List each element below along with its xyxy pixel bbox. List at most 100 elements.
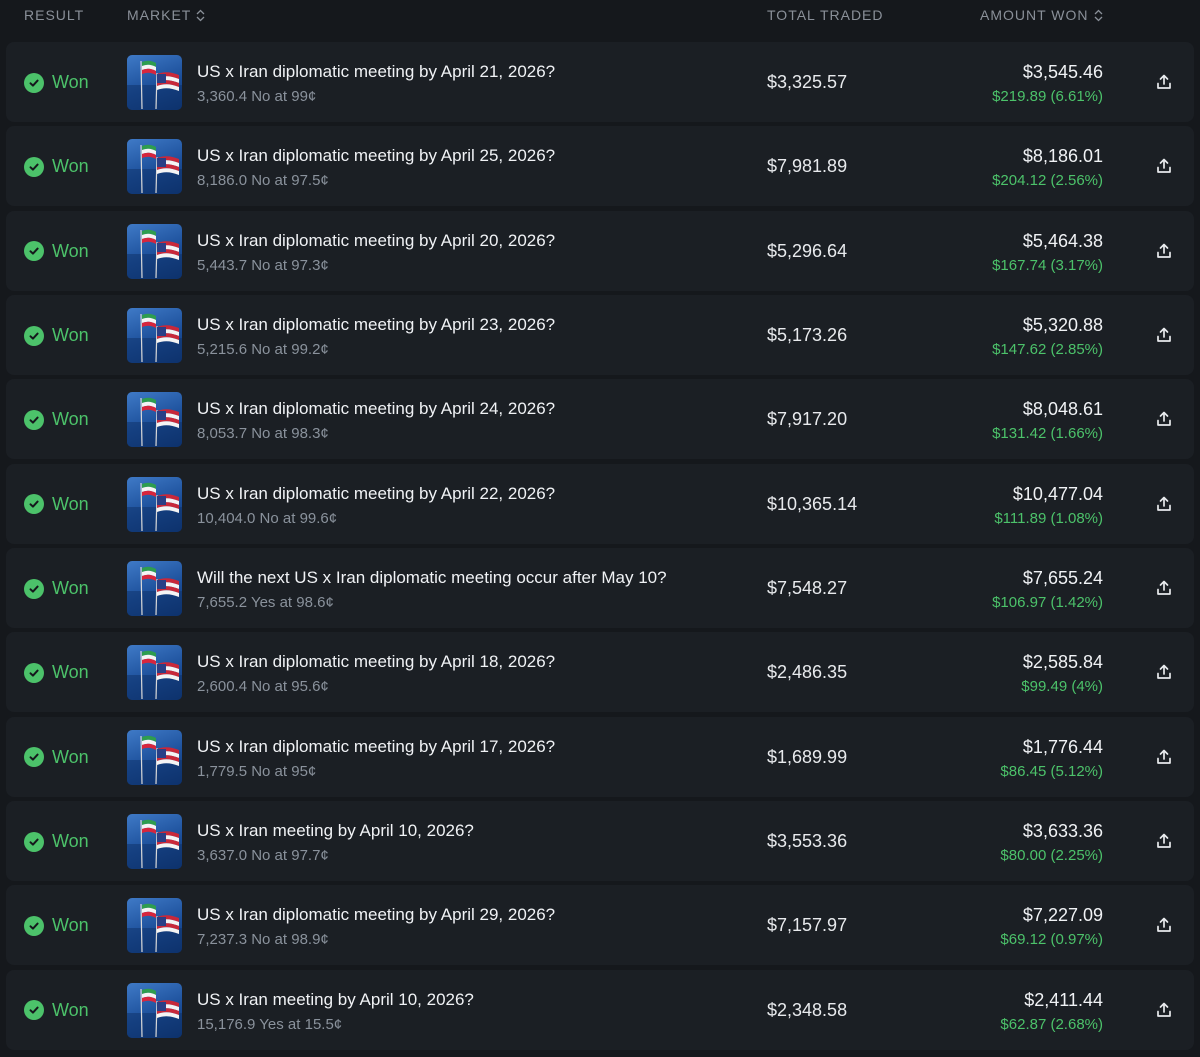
market-title[interactable]: US x Iran diplomatic meeting by April 21… [197, 62, 555, 82]
market-title[interactable]: US x Iran diplomatic meeting by April 17… [197, 737, 555, 757]
table-row[interactable]: Won US x Iran diplomatic meeting by Apri… [6, 716, 1194, 797]
share-icon[interactable] [1155, 748, 1173, 766]
market-title[interactable]: Will the next US x Iran diplomatic meeti… [197, 568, 667, 588]
position-detail: 7,237.3 No at 98.9¢ [197, 931, 329, 949]
market-title[interactable]: US x Iran meeting by April 10, 2026? [197, 821, 474, 841]
market-thumbnail[interactable] [127, 561, 182, 617]
check-circle-icon [24, 325, 44, 346]
amount-won-value: $5,320.88 [1022, 315, 1103, 336]
amount-won-value: $3,545.46 [1022, 62, 1103, 82]
result-label: Won [52, 662, 89, 683]
result-label: Won [52, 240, 89, 261]
result-cell: Won [24, 72, 89, 93]
sort-icon[interactable] [196, 9, 205, 22]
result-label: Won [52, 156, 89, 177]
share-icon[interactable] [1155, 410, 1173, 428]
result-label: Won [52, 746, 89, 767]
table-row[interactable]: Won US x Iran meeting by April 10, 2026?… [6, 801, 1194, 882]
result-cell: Won [24, 241, 89, 262]
column-header-market[interactable]: MARKET [127, 7, 205, 23]
market-thumbnail[interactable] [127, 982, 182, 1038]
position-detail: 10,404.0 No at 99.6¢ [197, 509, 338, 527]
share-icon[interactable] [1155, 157, 1173, 175]
profit-value: $167.74 (3.17%) [992, 256, 1103, 274]
table-row[interactable]: Won US x Iran diplomatic meeting by Apri… [6, 295, 1194, 376]
table-row[interactable]: Won US x Iran diplomatic meeting by Apri… [6, 42, 1194, 122]
column-header-market-label: MARKET [127, 7, 192, 23]
market-thumbnail[interactable] [127, 814, 182, 870]
market-thumbnail[interactable] [127, 729, 182, 785]
result-label: Won [52, 72, 89, 92]
result-label: Won [52, 831, 89, 852]
table-row[interactable]: Won US x Iran diplomatic meeting by Apri… [6, 126, 1194, 207]
result-cell: Won [24, 662, 89, 683]
market-title[interactable]: US x Iran diplomatic meeting by April 23… [197, 315, 555, 335]
profit-value: $62.87 (2.68%) [1000, 1015, 1103, 1033]
result-label: Won [52, 409, 89, 430]
market-title[interactable]: US x Iran diplomatic meeting by April 18… [197, 652, 555, 672]
table-row[interactable]: Won Will the next US x Iran diplomatic m… [6, 548, 1194, 629]
market-title[interactable]: US x Iran diplomatic meeting by April 24… [197, 399, 555, 419]
market-title[interactable]: US x Iran diplomatic meeting by April 22… [197, 484, 555, 504]
share-icon[interactable] [1155, 1001, 1173, 1019]
profit-value: $80.00 (2.25%) [1000, 847, 1103, 865]
check-circle-icon [24, 156, 44, 177]
check-circle-icon [24, 72, 44, 93]
share-icon[interactable] [1155, 663, 1173, 681]
table-row[interactable]: Won US x Iran diplomatic meeting by Apri… [6, 885, 1194, 966]
result-label: Won [52, 999, 89, 1020]
market-thumbnail[interactable] [127, 645, 182, 701]
result-cell: Won [24, 831, 89, 852]
market-thumbnail[interactable] [127, 308, 182, 364]
share-icon[interactable] [1155, 916, 1173, 934]
result-cell: Won [24, 409, 89, 430]
share-icon[interactable] [1155, 242, 1173, 260]
table-row[interactable]: Won US x Iran diplomatic meeting by Apri… [6, 463, 1194, 544]
table-row[interactable]: Won US x Iran diplomatic meeting by Apri… [6, 632, 1194, 713]
amount-won-value: $7,655.24 [1022, 568, 1103, 589]
result-cell: Won [24, 747, 89, 768]
market-title[interactable]: US x Iran diplomatic meeting by April 20… [197, 231, 555, 251]
share-icon[interactable] [1155, 326, 1173, 344]
market-thumbnail[interactable] [127, 139, 182, 195]
position-detail: 15,176.9 Yes at 15.5¢ [197, 1015, 343, 1033]
profit-value: $86.45 (5.12%) [1000, 762, 1103, 780]
total-traded-value: $7,548.27 [767, 578, 848, 599]
table-row[interactable]: Won US x Iran diplomatic meeting by Apri… [6, 210, 1194, 291]
amount-won-value: $2,411.44 [1024, 989, 1103, 1010]
share-icon[interactable] [1155, 73, 1173, 91]
table-row[interactable]: Won US x Iran meeting by April 10, 2026?… [6, 969, 1194, 1050]
check-circle-icon [24, 578, 44, 599]
result-cell: Won [24, 578, 89, 599]
total-traded-value: $7,981.89 [767, 156, 848, 177]
market-thumbnail[interactable] [127, 55, 182, 110]
amount-won-value: $3,633.36 [1022, 821, 1103, 842]
table-row[interactable]: Won US x Iran diplomatic meeting by Apri… [6, 379, 1194, 460]
market-thumbnail[interactable] [127, 392, 182, 448]
market-title[interactable]: US x Iran diplomatic meeting by April 29… [197, 905, 555, 925]
market-title[interactable]: US x Iran diplomatic meeting by April 25… [197, 146, 555, 166]
position-detail: 2,600.4 No at 95.6¢ [197, 678, 329, 696]
column-header-amount-won[interactable]: AMOUNT WON [980, 7, 1103, 23]
result-cell: Won [24, 915, 89, 936]
total-traded-value: $5,173.26 [767, 325, 848, 346]
position-detail: 7,655.2 Yes at 98.6¢ [197, 594, 334, 612]
market-thumbnail[interactable] [127, 223, 182, 279]
share-icon[interactable] [1155, 495, 1173, 513]
market-title[interactable]: US x Iran meeting by April 10, 2026? [197, 990, 474, 1010]
amount-won-value: $1,776.44 [1022, 736, 1103, 757]
result-cell: Won [24, 156, 89, 177]
position-detail: 8,186.0 No at 97.5¢ [197, 172, 329, 190]
check-circle-icon [24, 409, 44, 430]
market-thumbnail[interactable] [127, 898, 182, 954]
sort-icon[interactable] [1094, 9, 1103, 22]
table-header: RESULT MARKET TOTAL TRADED AMOUNT WON [0, 0, 1200, 36]
share-icon[interactable] [1155, 579, 1173, 597]
total-traded-value: $5,296.64 [767, 240, 848, 261]
share-icon[interactable] [1155, 832, 1173, 850]
position-detail: 1,779.5 No at 95¢ [197, 762, 317, 780]
profit-value: $106.97 (1.42%) [992, 594, 1103, 612]
check-circle-icon [24, 915, 44, 936]
market-thumbnail[interactable] [127, 476, 182, 532]
check-circle-icon [24, 241, 44, 262]
